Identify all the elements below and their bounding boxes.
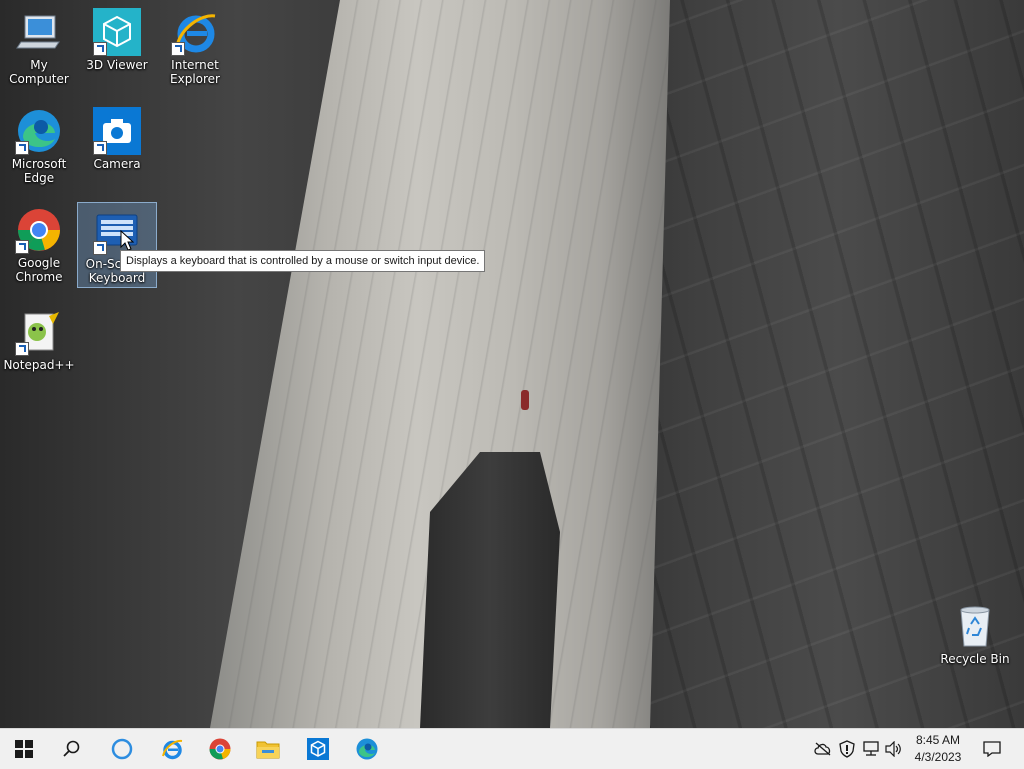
action-center-icon [983,741,1001,757]
security-shield-icon[interactable] [837,739,857,759]
camera-icon [93,107,141,155]
desktop-icon-label: Google Chrome [15,256,63,284]
recycle-bin-icon [951,602,999,650]
taskbar: 8:45 AM 4/3/2023 [0,728,1024,769]
desktop-icon-label: My Computer [9,58,69,86]
edge-icon [356,738,378,760]
desktop-icon-label: Notepad++ [3,358,75,372]
keyboard-icon [93,207,141,255]
edge-icon [15,107,63,155]
search-icon [63,740,80,757]
desktop-icon-camera[interactable]: Camera [78,103,156,171]
desktop-icon-label: Internet Explorer [170,58,220,86]
wallpaper-climber [521,390,529,410]
desktop-icon-label: Recycle Bin [940,652,1010,666]
taskbar-file-explorer[interactable] [244,729,292,769]
desktop-icon-3d-viewer[interactable]: 3D Viewer [78,4,156,72]
folder-icon [256,741,280,759]
desktop-icon-label: 3D Viewer [86,58,148,72]
taskbar-clock[interactable]: 8:45 AM 4/3/2023 [910,732,966,766]
clock-date: 4/3/2023 [914,750,962,764]
taskbar-microsoft-edge[interactable] [343,729,391,769]
chrome-icon [209,738,231,760]
icon-tooltip: Displays a keyboard that is controlled b… [120,250,486,272]
clock-time: 8:45 AM [915,733,961,747]
shortcut-arrow-icon [15,240,29,254]
cube-icon [307,738,329,760]
chrome-icon [15,206,63,254]
windows-logo-icon [15,740,33,758]
network-icon[interactable] [861,739,881,759]
notepad-plus-plus-icon [15,308,63,356]
desktop-icon-on-screen-keyboard[interactable]: On-Screen Keyboard [77,202,157,288]
desktop-icon-recycle-bin[interactable]: Recycle Bin [936,598,1014,666]
taskbar-3d-viewer[interactable] [294,729,342,769]
desktop-icon-internet-explorer[interactable]: Internet Explorer [156,4,234,86]
desktop-icon-label: Camera [93,157,141,171]
cortana-button[interactable] [98,729,146,769]
internet-explorer-icon [171,8,219,56]
desktop-icon-notepad-plus-plus[interactable]: Notepad++ [0,304,78,372]
search-button[interactable] [48,729,96,769]
taskbar-internet-explorer[interactable] [148,729,196,769]
computer-icon [15,8,63,56]
action-center-button[interactable] [982,739,1002,759]
shortcut-arrow-icon [93,42,107,56]
taskbar-google-chrome[interactable] [196,729,244,769]
desktop-icon-label: Microsoft Edge [11,157,67,185]
shortcut-arrow-icon [93,141,107,155]
onedrive-offline-icon[interactable] [813,739,833,759]
desktop-icon-microsoft-edge[interactable]: Microsoft Edge [0,103,78,185]
internet-explorer-icon [162,739,183,760]
start-button[interactable] [0,729,48,769]
shortcut-arrow-icon [15,342,29,356]
shortcut-arrow-icon [15,141,29,155]
desktop-icon-my-computer[interactable]: My Computer [0,4,78,86]
desktop-icon-google-chrome[interactable]: Google Chrome [0,202,78,284]
volume-icon[interactable] [884,739,904,759]
shortcut-arrow-icon [93,241,107,255]
shortcut-arrow-icon [171,42,185,56]
cortana-circle-icon [111,738,133,760]
3d-viewer-icon [93,8,141,56]
